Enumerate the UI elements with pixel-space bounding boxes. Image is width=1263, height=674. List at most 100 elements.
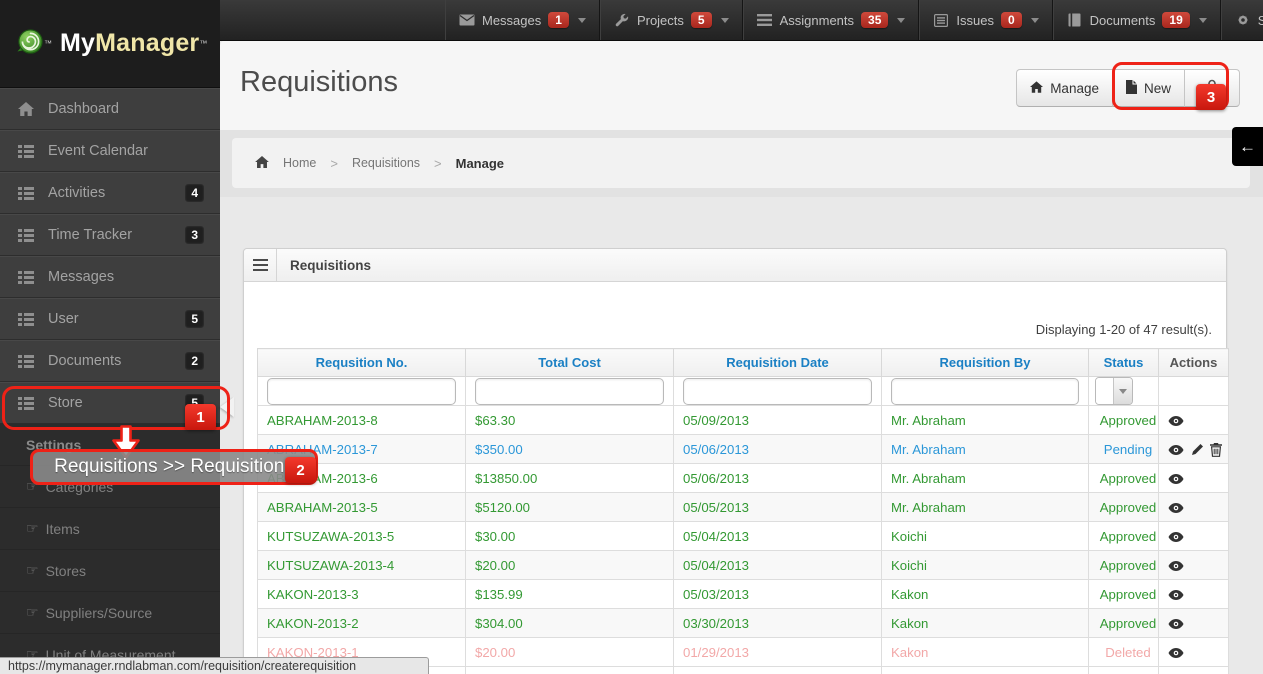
requisitions-panel: Requisitions Displaying 1-20 of 47 resul…	[243, 248, 1229, 674]
filter-requisition-date-input[interactable]	[683, 377, 872, 405]
breadcrumb-requisitions[interactable]: Requisitions	[352, 156, 420, 170]
filter-requisition-by-input[interactable]	[891, 377, 1079, 405]
cell-requisition-by: Mr. Abraham	[881, 492, 1089, 522]
trademark: ™	[44, 39, 52, 48]
view-icon[interactable]	[1168, 648, 1184, 659]
cell-requisition-date: 05/04/2013	[673, 521, 882, 551]
table-row: KUTSUZAWA-2013-5 $30.00 05/04/2013 Koich…	[257, 521, 1229, 551]
submenu-item-suppliers-source[interactable]: ☞ Suppliers/Source	[0, 592, 220, 634]
column-total-cost[interactable]: Total Cost	[465, 348, 674, 377]
sidebar-item-label: Messages	[48, 269, 115, 285]
nav-assignments[interactable]: Assignments 35	[742, 0, 920, 40]
sidebar-item-user[interactable]: User 5	[0, 298, 220, 340]
sidebar-item-dashboard[interactable]: Dashboard	[0, 88, 220, 130]
panel-menu-button[interactable]	[244, 249, 277, 281]
breadcrumb-home[interactable]: Home	[283, 156, 316, 170]
hamburger-icon	[252, 258, 268, 272]
view-icon[interactable]	[1168, 416, 1184, 427]
home-icon	[18, 102, 48, 116]
results-summary: Displaying 1-20 of 47 result(s).	[1035, 322, 1212, 337]
view-icon[interactable]	[1168, 619, 1184, 630]
cell-requisition-by: Kakon	[881, 579, 1089, 609]
nav-label: Issues	[956, 12, 994, 28]
sidebar-item-activities[interactable]: Activities 4	[0, 172, 220, 214]
view-icon[interactable]	[1168, 561, 1184, 572]
nav-label: Settings	[1257, 12, 1263, 28]
sidebar-item-label: Event Calendar	[48, 143, 148, 159]
envelope-icon	[459, 14, 475, 26]
sidebar-item-time-tracker[interactable]: Time Tracker 3	[0, 214, 220, 256]
column-actions: Actions	[1158, 348, 1229, 377]
submenu-item-stores[interactable]: ☞ Stores	[0, 550, 220, 592]
chevron-separator: >	[434, 155, 442, 171]
hand-pointer-icon: ☞	[26, 520, 39, 536]
book-icon	[1067, 13, 1083, 27]
cell-total-cost: $20.00	[465, 550, 674, 580]
view-icon[interactable]	[1168, 444, 1184, 455]
table-row: ABRAHAM-2013-7 $350.00 05/06/2013 Mr. Ab…	[257, 434, 1229, 464]
nav-messages[interactable]: Messages 1	[445, 0, 600, 40]
th-list-icon	[18, 270, 48, 284]
filter-total-cost-input[interactable]	[475, 377, 664, 405]
th-list-icon	[18, 144, 48, 158]
cell-requisition-date: 03/30/2013	[673, 608, 882, 638]
submenu-item-items[interactable]: ☞ Items	[0, 508, 220, 550]
nav-label: Assignments	[779, 12, 855, 28]
back-arrow-icon: ←	[1239, 136, 1256, 156]
view-icon[interactable]	[1168, 474, 1184, 485]
cell-requisition-no: KUTSUZAWA-2013-4	[257, 550, 466, 580]
app-logo[interactable]: ™ MyManager ™	[0, 0, 220, 88]
cell-requisition-date: 05/04/2013	[673, 550, 882, 580]
cell-requisition-no: KAKON-2013-3	[257, 579, 466, 609]
requisitions-table: Requsition No. Total Cost Requisition Da…	[257, 348, 1229, 674]
table-row: KUTSUZAWA-2013-4 $20.00 05/04/2013 Koich…	[257, 550, 1229, 580]
cell-requisition-by: Mr. Abraham	[881, 405, 1089, 435]
column-requisition-date[interactable]: Requisition Date	[673, 348, 882, 377]
logo-snail-icon	[17, 28, 44, 60]
sidebar-item-label: Dashboard	[48, 101, 119, 117]
table-header-row: Requsition No. Total Cost Requisition Da…	[257, 348, 1229, 377]
delete-icon[interactable]	[1210, 442, 1223, 457]
home-icon	[255, 155, 269, 171]
sidebar-item-messages[interactable]: Messages	[0, 256, 220, 298]
chevron-down-icon	[720, 17, 729, 23]
column-status[interactable]: Status	[1088, 348, 1159, 377]
browser-status-bar: https://mymanager.rndlabman.com/requisit…	[0, 657, 429, 674]
cell-requisition-by: Kakon	[881, 637, 1089, 667]
nav-documents[interactable]: Documents 19	[1052, 0, 1221, 40]
cell-requisition-date: 05/05/2013	[673, 492, 882, 522]
th-list-icon	[18, 228, 48, 242]
collapse-panel-button[interactable]: ←	[1232, 127, 1263, 166]
caret-down-icon	[1119, 388, 1127, 394]
cell-requisition-by: Mr. Abraham	[881, 463, 1089, 493]
nav-projects[interactable]: Projects 5	[599, 0, 743, 40]
cell-total-cost: $135.99	[465, 579, 674, 609]
annotation-tooltip: Requisitions >> Requisitions	[30, 449, 318, 485]
count-badge: 2	[185, 352, 204, 370]
sidebar-item-documents[interactable]: Documents 2	[0, 340, 220, 382]
nav-settings[interactable]: Settings	[1220, 0, 1263, 40]
view-icon[interactable]	[1168, 532, 1184, 543]
count-badge: 0	[1000, 12, 1022, 28]
cell-status: Deleted	[1088, 637, 1159, 667]
content-area: Requisitions Displaying 1-20 of 47 resul…	[220, 197, 1263, 674]
sidebar-item-label: Activities	[48, 185, 106, 201]
cell-requisition-no: KAKON-2013-2	[257, 608, 466, 638]
cell-requisition-by: Kakon	[881, 608, 1089, 638]
list-icon	[757, 14, 773, 26]
nav-issues[interactable]: Issues 0	[919, 0, 1053, 40]
count-badge: 19	[1162, 12, 1190, 28]
sidebar-menu: Dashboard Event Calendar Activities 4 Ti…	[0, 88, 220, 424]
filter-status-select[interactable]	[1095, 377, 1133, 405]
manage-button[interactable]: Manage	[1016, 69, 1113, 107]
edit-icon[interactable]	[1191, 443, 1204, 456]
annotation-step-1: 1	[185, 404, 216, 430]
column-requisition-by[interactable]: Requisition By	[881, 348, 1089, 377]
column-requisition-no[interactable]: Requsition No.	[257, 348, 466, 377]
view-icon[interactable]	[1168, 590, 1184, 601]
cell-status: Approved	[1088, 579, 1159, 609]
view-icon[interactable]	[1168, 503, 1184, 514]
count-badge: 5	[185, 310, 204, 328]
sidebar-item-event-calendar[interactable]: Event Calendar	[0, 130, 220, 172]
filter-requisition-no-input[interactable]	[267, 377, 456, 405]
